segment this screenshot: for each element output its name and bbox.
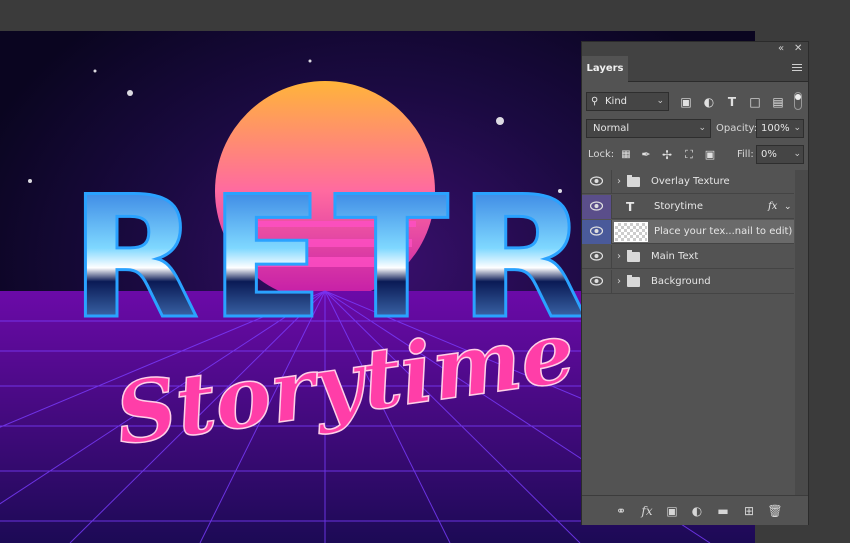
fill-label: Fill: [737, 149, 754, 160]
fx-icon[interactable]: fx [768, 195, 777, 219]
visibility-toggle[interactable] [582, 170, 612, 194]
layer-name: Main Text [651, 251, 699, 262]
panel-menu-icon[interactable] [792, 62, 804, 74]
layer-name: Background [651, 276, 711, 287]
visibility-toggle[interactable] [582, 245, 612, 269]
close-icon[interactable]: ✕ [794, 42, 802, 56]
eye-icon [590, 176, 603, 186]
shape-filter-icon[interactable]: □ [747, 94, 763, 110]
eye-icon [590, 226, 603, 236]
photoshop-workspace: RETRO Storytime « ✕ Layers ⚲ Kind ⌄ ▣ ◐ … [0, 0, 850, 543]
folder-icon [627, 250, 640, 262]
search-icon: ⚲ [591, 96, 599, 107]
panel-tabbar: Layers [582, 56, 808, 82]
fill-field[interactable]: 0% ⌄ [756, 145, 804, 164]
link-layers-icon[interactable]: ⚭ [613, 503, 629, 519]
panel-topbar: « ✕ [582, 42, 808, 56]
layer-row[interactable]: › Background [582, 270, 794, 294]
text-layer-icon: T [626, 200, 635, 214]
new-adjustment-icon[interactable]: ◐ [689, 503, 705, 519]
lock-brush-icon[interactable]: ✒ [638, 147, 654, 163]
filter-toggle[interactable] [794, 92, 802, 110]
smart-object-thumbnail[interactable] [614, 222, 648, 242]
add-mask-icon[interactable]: ▣ [664, 503, 680, 519]
smart-object-filter-icon[interactable]: ▤ [770, 94, 786, 110]
fill-value: 0% [761, 149, 777, 160]
layer-name: Storytime [654, 201, 704, 212]
chevron-right-icon[interactable]: › [617, 170, 621, 194]
add-style-icon[interactable]: fx [639, 503, 655, 519]
layer-row[interactable]: › Main Text [582, 245, 794, 269]
adjustment-filter-icon[interactable]: ◐ [701, 94, 717, 110]
lock-transparent-icon[interactable]: ▦ [618, 147, 634, 163]
chevron-right-icon[interactable]: › [617, 270, 621, 294]
layers-bottom-toolbar: ⚭ fx ▣ ◐ ▬ ⊞ 🗑 [582, 495, 808, 525]
type-filter-icon[interactable]: T [724, 94, 740, 110]
layer-row[interactable]: T Storytime fx ⌄ [582, 195, 794, 219]
layer-name: Place your tex...nail to edit) [654, 226, 793, 237]
new-layer-icon[interactable]: ⊞ [741, 503, 757, 519]
visibility-toggle[interactable] [582, 270, 612, 294]
blend-mode-select[interactable]: Normal ⌄ [586, 119, 711, 138]
filter-kind-label: Kind [605, 96, 628, 107]
double-chevron-icon[interactable]: « [778, 42, 784, 56]
opacity-value: 100% [761, 123, 790, 134]
folder-icon [627, 175, 640, 187]
lock-all-icon[interactable]: ▣ [702, 147, 718, 163]
delete-layer-icon[interactable]: 🗑 [767, 503, 783, 519]
filter-kind-select[interactable]: ⚲ Kind ⌄ [586, 92, 669, 111]
chevron-down-icon: ⌄ [656, 96, 664, 106]
chevron-down-icon: ⌄ [793, 149, 801, 159]
layer-list-scrollbar[interactable] [795, 170, 808, 495]
layer-name: Overlay Texture [651, 176, 730, 187]
eye-icon [590, 276, 603, 286]
lock-label: Lock: [588, 149, 615, 160]
chevron-right-icon[interactable]: › [617, 245, 621, 269]
tab-layers[interactable]: Layers [582, 56, 628, 82]
chevron-down-icon: ⌄ [698, 123, 706, 133]
folder-icon [627, 275, 640, 287]
chevron-down-icon: ⌄ [793, 123, 801, 133]
lock-artboard-icon[interactable]: ⛶ [681, 147, 697, 163]
pixel-filter-icon[interactable]: ▣ [678, 94, 694, 110]
visibility-toggle[interactable] [582, 195, 612, 219]
layer-row[interactable]: › Overlay Texture [582, 170, 794, 194]
opacity-field[interactable]: 100% ⌄ [756, 119, 804, 138]
eye-icon [590, 201, 603, 211]
lock-position-icon[interactable]: ✢ [659, 147, 675, 163]
visibility-toggle[interactable] [582, 220, 612, 244]
new-group-icon[interactable]: ▬ [715, 503, 731, 519]
blend-mode-value: Normal [593, 123, 630, 134]
layer-row-selected[interactable]: Place your tex...nail to edit) [582, 220, 794, 244]
layers-panel: « ✕ Layers ⚲ Kind ⌄ ▣ ◐ T □ ▤ Normal ⌄ O… [581, 41, 809, 525]
eye-icon [590, 251, 603, 261]
chevron-down-icon[interactable]: ⌄ [784, 195, 792, 219]
opacity-label: Opacity: [716, 123, 758, 134]
